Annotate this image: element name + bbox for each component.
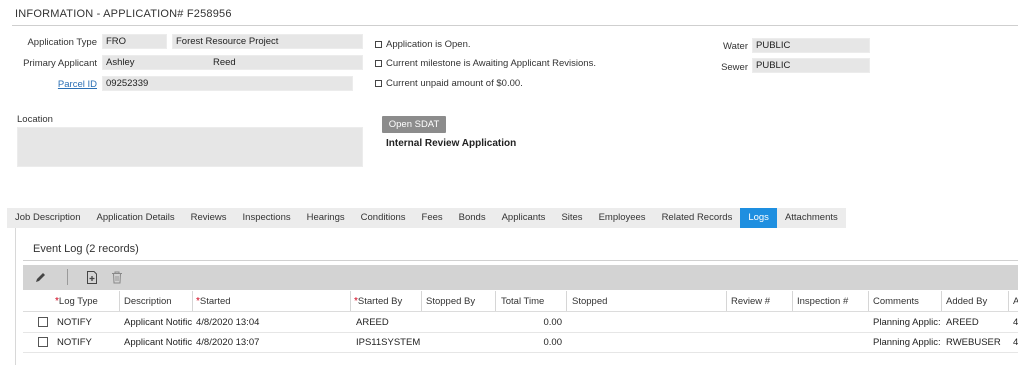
title-divider xyxy=(12,25,1018,26)
table-header-divider xyxy=(23,311,1018,312)
column-divider xyxy=(868,291,869,312)
tab-job-description[interactable]: Job Description xyxy=(7,208,88,228)
tab-applicants[interactable]: Applicants xyxy=(494,208,554,228)
cell-truncated: 4 xyxy=(1013,337,1018,348)
cell-total-time: 0.00 xyxy=(543,337,563,348)
status-bullet-icon xyxy=(375,40,382,48)
parcel-id-link[interactable]: Parcel ID xyxy=(15,79,97,90)
status-line-milestone: Current milestone is Awaiting Applicant … xyxy=(375,58,596,69)
column-header-truncated[interactable]: A xyxy=(1013,296,1018,307)
cell-comments: Planning Applic: xyxy=(873,337,941,348)
column-header-comments[interactable]: Comments xyxy=(873,296,919,307)
row-divider xyxy=(23,332,1018,333)
tab-related-records[interactable]: Related Records xyxy=(654,208,741,228)
water-label: Water xyxy=(723,41,748,52)
cell-description: Applicant Notific xyxy=(124,337,192,348)
column-divider xyxy=(792,291,793,312)
cell-added-by: AREED xyxy=(946,317,979,328)
cell-started: 4/8/2020 13:04 xyxy=(196,317,260,328)
status-line-open: Application is Open. xyxy=(375,39,471,50)
column-header-total-time[interactable]: Total Time xyxy=(501,296,544,307)
cell-total-time: 0.00 xyxy=(543,317,563,328)
column-header-review-number[interactable]: Review # xyxy=(731,296,770,307)
status-bullet-icon xyxy=(375,59,382,67)
application-type-name-field[interactable]: Forest Resource Project xyxy=(172,34,363,49)
row-checkbox[interactable] xyxy=(38,337,48,347)
column-header-stopped-by[interactable]: Stopped By xyxy=(426,296,475,307)
applicant-last-name: Reed xyxy=(213,57,236,68)
application-type-code-field[interactable]: FRO xyxy=(102,34,167,49)
page-title: INFORMATION - APPLICATION# F258956 xyxy=(15,8,232,20)
tab-application-details[interactable]: Application Details xyxy=(88,208,182,228)
column-divider xyxy=(421,291,422,312)
tab-employees[interactable]: Employees xyxy=(591,208,654,228)
column-header-started-by[interactable]: *Started By xyxy=(354,296,402,307)
event-log-title: Event Log (2 records) xyxy=(33,243,139,255)
column-divider xyxy=(495,291,496,312)
tab-bonds[interactable]: Bonds xyxy=(451,208,494,228)
application-type-label: Application Type xyxy=(27,37,97,48)
tab-bar: Job Description Application Details Revi… xyxy=(7,208,846,228)
water-field[interactable]: PUBLIC xyxy=(752,38,870,53)
parcel-id-field[interactable]: 09252339 xyxy=(102,76,353,91)
column-header-stopped[interactable]: Stopped xyxy=(572,296,607,307)
cell-started: 4/8/2020 13:07 xyxy=(196,337,260,348)
primary-applicant-field[interactable]: Ashley Reed xyxy=(102,55,363,70)
cell-added-by: RWEBUSER xyxy=(946,337,1001,348)
open-sdat-button[interactable]: Open SDAT xyxy=(382,116,446,133)
tab-conditions[interactable]: Conditions xyxy=(353,208,414,228)
tab-logs[interactable]: Logs xyxy=(740,208,777,228)
status-bullet-icon xyxy=(375,79,382,87)
tab-attachments[interactable]: Attachments xyxy=(777,208,846,228)
add-document-icon[interactable] xyxy=(84,269,100,285)
sewer-label: Sewer xyxy=(721,62,748,73)
tab-inspections[interactable]: Inspections xyxy=(235,208,299,228)
column-header-log-type[interactable]: *Log Type xyxy=(55,296,98,307)
event-log-divider xyxy=(23,260,1018,261)
location-label: Location xyxy=(17,114,53,125)
column-header-description[interactable]: Description xyxy=(124,296,172,307)
cell-log-type: NOTIFY xyxy=(57,317,92,328)
column-divider xyxy=(350,291,351,312)
status-line-unpaid: Current unpaid amount of $0.00. xyxy=(375,78,523,89)
internal-review-application-label: Internal Review Application xyxy=(386,138,517,149)
cell-description: Applicant Notific xyxy=(124,317,192,328)
cell-started-by: IPS11SYSTEM xyxy=(356,337,420,348)
tab-reviews[interactable]: Reviews xyxy=(183,208,235,228)
event-log-toolbar xyxy=(23,265,1018,290)
pencil-icon[interactable] xyxy=(33,269,49,285)
column-divider xyxy=(941,291,942,312)
trash-icon[interactable] xyxy=(109,269,125,285)
sewer-field[interactable]: PUBLIC xyxy=(752,58,870,73)
row-checkbox[interactable] xyxy=(38,317,48,327)
column-header-started[interactable]: *Started xyxy=(196,296,231,307)
column-divider xyxy=(566,291,567,312)
column-header-added-by[interactable]: Added By xyxy=(946,296,987,307)
toolbar-separator xyxy=(67,269,68,285)
cell-comments: Planning Applic: xyxy=(873,317,941,328)
column-divider xyxy=(119,291,120,312)
tab-sites[interactable]: Sites xyxy=(553,208,590,228)
cell-truncated: 4 xyxy=(1013,317,1018,328)
column-header-inspection-number[interactable]: Inspection # xyxy=(797,296,848,307)
tab-fees[interactable]: Fees xyxy=(414,208,451,228)
tab-hearings[interactable]: Hearings xyxy=(299,208,353,228)
cell-log-type: NOTIFY xyxy=(57,337,92,348)
cell-started-by: AREED xyxy=(356,317,389,328)
location-field[interactable] xyxy=(17,127,363,167)
column-divider xyxy=(192,291,193,312)
primary-applicant-label: Primary Applicant xyxy=(23,58,97,69)
applicant-first-name: Ashley xyxy=(106,57,135,68)
column-divider xyxy=(726,291,727,312)
row-divider xyxy=(23,352,1018,353)
column-divider xyxy=(1008,291,1009,312)
